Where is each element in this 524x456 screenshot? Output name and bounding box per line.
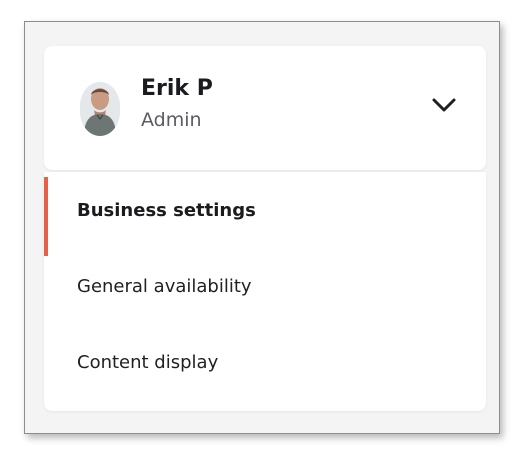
menu-item-content-display[interactable]: Content display xyxy=(44,324,486,400)
settings-panel: Erik P Admin Business settings General a… xyxy=(24,21,500,434)
user-profile-card[interactable]: Erik P Admin xyxy=(44,46,486,170)
user-avatar xyxy=(80,82,120,136)
chevron-down-icon-svg xyxy=(432,98,456,112)
menu-item-business-settings[interactable]: Business settings xyxy=(44,172,486,256)
user-name: Erik P xyxy=(141,76,213,101)
menu-item-label: Content display xyxy=(77,351,219,373)
menu-item-label: General availability xyxy=(77,275,252,297)
avatar-photo-icon xyxy=(80,82,120,136)
chevron-down-icon[interactable] xyxy=(431,95,457,115)
user-info: Erik P Admin xyxy=(141,75,213,135)
user-role: Admin xyxy=(141,109,202,131)
menu-item-general-availability[interactable]: General availability xyxy=(44,248,486,324)
settings-menu: Business settings General availability C… xyxy=(44,172,486,411)
menu-item-label: Business settings xyxy=(77,199,256,221)
